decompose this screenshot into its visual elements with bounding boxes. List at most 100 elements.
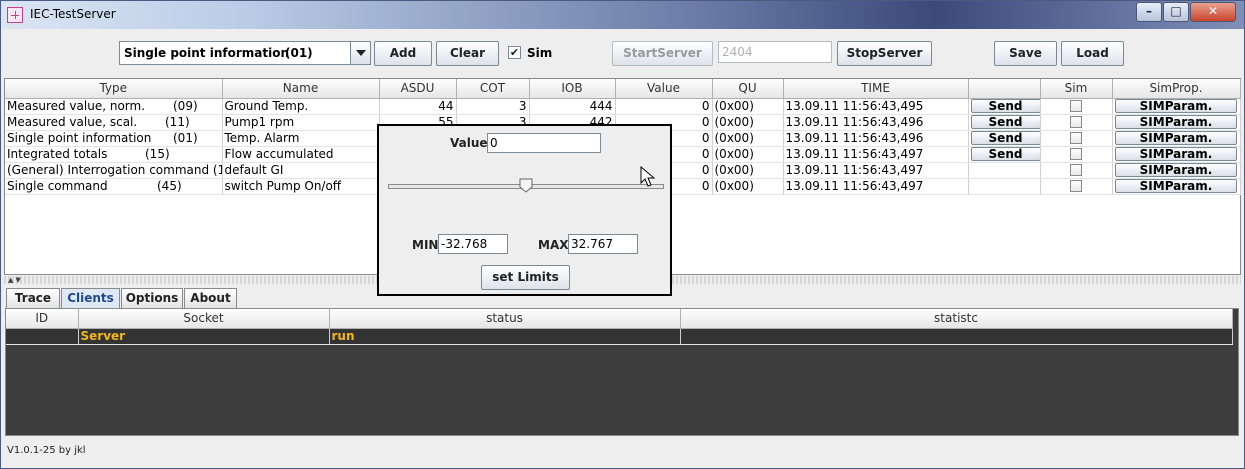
cell-type: Integrated totals (15) — [5, 146, 223, 163]
cell-iob: 444 — [529, 98, 616, 115]
port-input[interactable]: 2404 — [718, 41, 832, 63]
sim-row-checkbox[interactable] — [1070, 164, 1082, 176]
sim-param-popup: Value 0 MIN -32.768 MAX 32.767 set Limit… — [377, 124, 672, 296]
col-header-iob[interactable]: IOB — [529, 79, 616, 99]
type-select[interactable]: Single point information (01) — [119, 41, 371, 65]
simparam-button[interactable]: SIMParam. — [1115, 131, 1237, 145]
sim-row-checkbox[interactable] — [1070, 116, 1082, 128]
cell-send: Send — [968, 146, 1041, 163]
cell-type: Single command (45) — [5, 178, 223, 195]
title-bar[interactable]: IEC-TestServer – □ ✕ — [1, 1, 1244, 29]
save-button[interactable]: Save — [994, 41, 1057, 66]
col-header-statistic[interactable]: statistc — [680, 309, 1233, 329]
col-header-simprop[interactable]: SimProp. — [1112, 79, 1241, 99]
cell-name: Flow accumulated — [222, 146, 380, 163]
simparam-button[interactable]: SIMParam. — [1115, 163, 1237, 177]
split-arrows-icon[interactable]: ▲▼ — [8, 276, 23, 284]
simparam-button[interactable]: SIMParam. — [1115, 147, 1237, 161]
cell-statistic — [680, 328, 1233, 345]
chevron-down-icon[interactable] — [350, 42, 370, 64]
max-input[interactable]: 32.767 — [568, 234, 638, 254]
set-limits-button[interactable]: set Limits — [481, 265, 570, 290]
cell-qu: (0x00) — [712, 162, 784, 179]
cell-sim — [1040, 98, 1113, 115]
col-header-type[interactable]: Type — [5, 79, 223, 99]
tab-options[interactable]: Options — [121, 288, 183, 308]
send-button[interactable]: Send — [970, 131, 1039, 145]
col-header-send[interactable] — [968, 79, 1041, 99]
cell-send: Send — [968, 98, 1041, 115]
load-button[interactable]: Load — [1061, 41, 1124, 66]
col-header-qu[interactable]: QU — [712, 79, 784, 99]
cell-time: 13.09.11 11:56:43,497 — [783, 162, 969, 179]
cell-sim — [1040, 162, 1113, 179]
col-header-cot[interactable]: COT — [456, 79, 530, 99]
mouse-pointer-icon — [640, 166, 656, 187]
cell-sim — [1040, 178, 1113, 195]
cell-time: 13.09.11 11:56:43,497 — [783, 146, 969, 163]
sim-row-checkbox[interactable] — [1070, 132, 1082, 144]
sim-row-checkbox[interactable] — [1070, 148, 1082, 160]
send-button[interactable]: Send — [970, 115, 1039, 129]
cell-sim — [1040, 114, 1113, 131]
toolbar: Single point information (01) Add Clear … — [4, 32, 1241, 74]
col-header-id[interactable]: ID — [6, 309, 79, 329]
cell-id — [6, 328, 79, 345]
col-header-name[interactable]: Name — [222, 79, 380, 99]
start-server-button[interactable]: StartServer — [612, 41, 713, 66]
table-row[interactable]: Measured value, norm. (09) Ground Temp. 4… — [5, 98, 1241, 115]
cell-simprop: SIMParam. — [1112, 162, 1241, 179]
tab-trace[interactable]: Trace — [6, 288, 60, 308]
cell-simprop: SIMParam. — [1112, 98, 1241, 115]
table-row[interactable]: Server run — [6, 328, 1233, 345]
clear-button[interactable]: Clear — [436, 41, 499, 66]
cell-time: 13.09.11 11:56:43,496 — [783, 114, 969, 131]
tab-about[interactable]: About — [184, 288, 237, 308]
send-button[interactable]: Send — [970, 99, 1039, 113]
add-button[interactable]: Add — [374, 41, 432, 66]
cell-name: Ground Temp. — [222, 98, 380, 115]
cell-cot: 3 — [456, 98, 530, 115]
close-button[interactable]: ✕ — [1190, 2, 1236, 22]
cell-value: 0 — [615, 98, 713, 115]
cell-send: Send — [968, 130, 1041, 147]
cell-type: Single point information (01) — [5, 130, 223, 147]
cell-qu: (0x00) — [712, 146, 784, 163]
maximize-button[interactable]: □ — [1163, 2, 1189, 22]
minimize-button[interactable]: – — [1136, 2, 1162, 22]
cell-asdu: 44 — [379, 98, 457, 115]
stop-server-button[interactable]: StopServer — [837, 41, 932, 66]
cell-name: Pump1 rpm — [222, 114, 380, 131]
cell-status: run — [329, 328, 681, 345]
col-header-sim[interactable]: Sim — [1040, 79, 1113, 99]
cell-simprop: SIMParam. — [1112, 146, 1241, 163]
app-icon — [7, 7, 23, 23]
cell-name: Temp. Alarm — [222, 130, 380, 147]
sim-row-checkbox[interactable] — [1070, 100, 1082, 112]
tab-clients[interactable]: Clients — [61, 288, 120, 308]
type-select-code: (01) — [285, 46, 313, 60]
simparam-button[interactable]: SIMParam. — [1115, 115, 1237, 129]
cell-name: switch Pump On/off — [222, 178, 380, 195]
cell-type: (General) Interrogation command (10... — [5, 162, 223, 179]
simparam-button[interactable]: SIMParam. — [1115, 99, 1237, 113]
col-header-value[interactable]: Value — [615, 79, 713, 99]
cell-sim — [1040, 130, 1113, 147]
slider-thumb[interactable] — [519, 178, 533, 193]
cell-time: 13.09.11 11:56:43,495 — [783, 98, 969, 115]
min-input[interactable]: -32.768 — [438, 234, 508, 254]
clients-table: ID Socket status statistc Server run — [6, 309, 1233, 345]
col-header-asdu[interactable]: ASDU — [379, 79, 457, 99]
sim-checkbox[interactable]: ✔ — [508, 46, 521, 59]
cell-simprop: SIMParam. — [1112, 130, 1241, 147]
clients-panel: ID Socket status statistc Server run — [5, 308, 1239, 436]
cell-time: 13.09.11 11:56:43,496 — [783, 130, 969, 147]
col-header-socket[interactable]: Socket — [78, 309, 330, 329]
value-input[interactable]: 0 — [487, 133, 601, 153]
simparam-button[interactable]: SIMParam. — [1115, 179, 1237, 193]
col-header-status[interactable]: status — [329, 309, 681, 329]
send-button[interactable]: Send — [970, 147, 1039, 161]
cell-type: Measured value, norm. (09) — [5, 98, 223, 115]
col-header-time[interactable]: TIME — [783, 79, 969, 99]
sim-row-checkbox[interactable] — [1070, 180, 1082, 192]
